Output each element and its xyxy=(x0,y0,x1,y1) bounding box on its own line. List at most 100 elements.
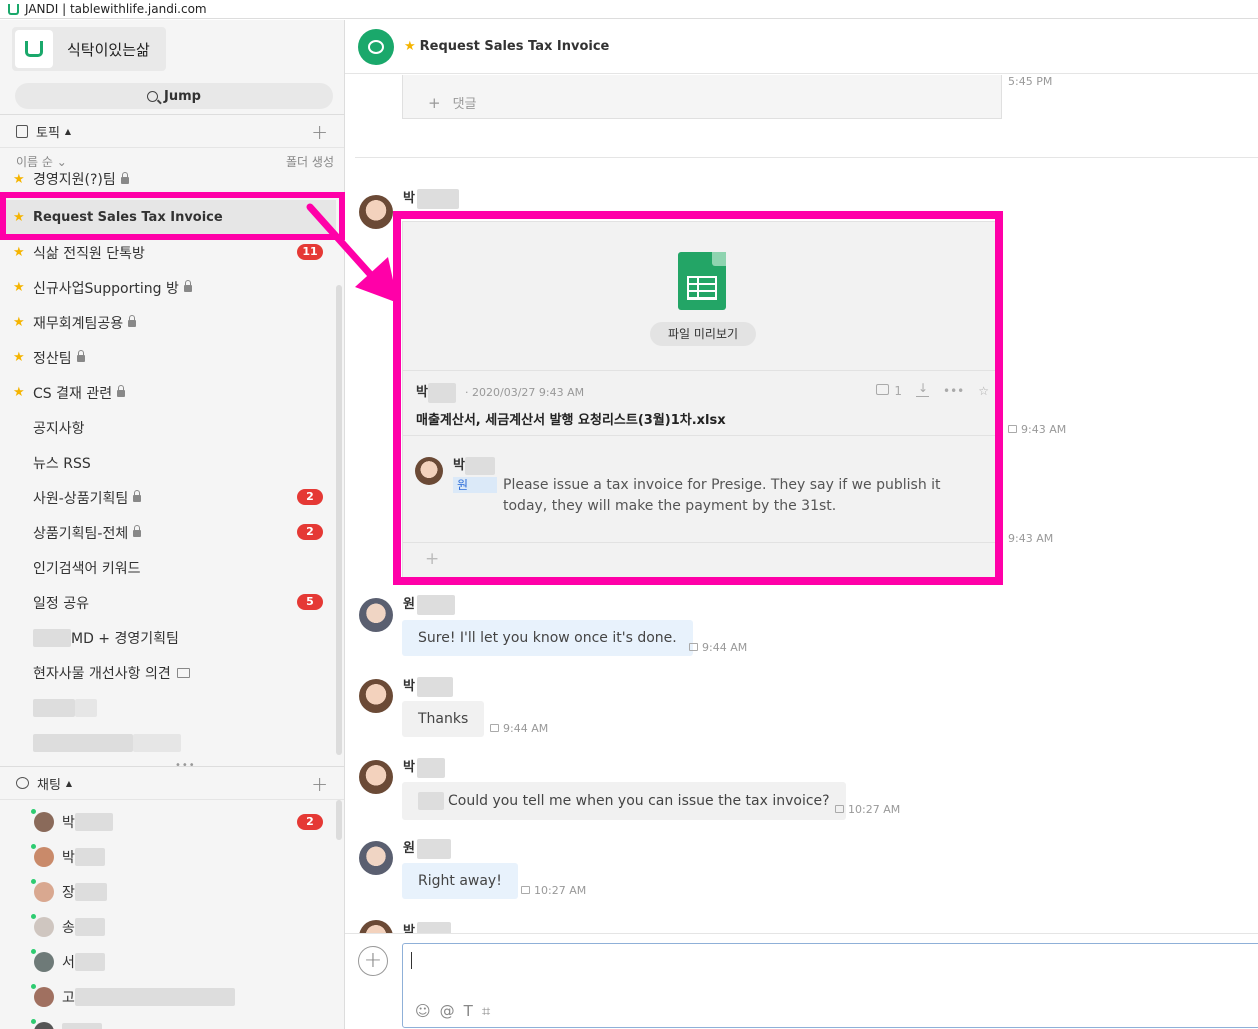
message-sender[interactable]: 박 xyxy=(403,187,459,209)
avatar xyxy=(31,1018,54,1029)
download-icon[interactable] xyxy=(916,381,929,397)
comment-time: 9:43 AM xyxy=(1008,532,1054,545)
spreadsheet-file-icon[interactable] xyxy=(678,252,726,310)
add-chat-button[interactable]: + xyxy=(311,772,328,796)
star-icon: ★ xyxy=(13,210,25,225)
star-icon: ★ xyxy=(13,245,25,260)
avatar xyxy=(31,948,54,972)
file-card: 파일 미리보기 박 · 2020/03/27 9:43 AM 매출계산서, 세금… xyxy=(402,221,996,578)
topic-item[interactable]: 인기검색어 키워드 xyxy=(0,550,336,585)
avatar[interactable] xyxy=(359,760,393,794)
thumb-icon xyxy=(689,643,698,651)
thumb-icon xyxy=(521,886,530,894)
jump-button[interactable]: Jump xyxy=(15,83,333,109)
chat-item[interactable]: 서 xyxy=(0,944,336,979)
topic-item[interactable] xyxy=(0,690,336,725)
chat-item[interactable] xyxy=(0,1014,336,1029)
search-icon xyxy=(147,90,159,102)
topics-section-header[interactable]: 토픽 ▲ + xyxy=(0,114,344,148)
topic-chat-icon[interactable] xyxy=(358,28,394,65)
attach-button[interactable]: + xyxy=(358,946,388,976)
avatar xyxy=(31,878,54,902)
message-composer: + ☺ @ T ⌗ xyxy=(345,933,1258,1029)
add-topic-button[interactable]: + xyxy=(311,120,328,144)
topics-icon xyxy=(16,124,28,138)
message-sender[interactable]: 원 xyxy=(403,593,455,615)
star-icon[interactable]: ★ xyxy=(404,39,416,54)
redacted-text xyxy=(33,628,71,647)
avatar[interactable] xyxy=(359,598,393,632)
message-input[interactable]: ☺ @ T ⌗ xyxy=(402,943,1258,1028)
avatar[interactable] xyxy=(359,195,393,229)
team-switcher[interactable]: 식탁이있는삶 xyxy=(12,27,166,71)
mention-tag[interactable]: 원 xyxy=(453,477,497,493)
unread-badge: 2 xyxy=(297,814,323,830)
comment-input[interactable]: + 댓글 xyxy=(428,93,477,112)
add-comment-button[interactable]: + xyxy=(425,549,439,569)
avatar[interactable] xyxy=(359,841,393,875)
avatar xyxy=(31,843,54,867)
topic-item-active[interactable]: ★ Request Sales Tax Invoice xyxy=(0,200,336,235)
chat-item[interactable]: 장 xyxy=(0,874,336,909)
topic-item[interactable]: ★ 경영지원(?)팀 xyxy=(0,168,336,190)
message-time: 9:44 AM xyxy=(490,722,548,735)
caret-up-icon: ▲ xyxy=(64,126,72,136)
thumb-icon xyxy=(490,724,499,732)
message-sender[interactable]: 박 xyxy=(403,920,451,933)
topic-item[interactable]: 일정 공유 5 xyxy=(0,585,336,620)
comment-text: Please issue a tax invoice for Presige. … xyxy=(503,477,941,514)
star-outline-icon[interactable]: ☆ xyxy=(978,384,989,398)
topic-item[interactable]: MD + 경영기획팀 xyxy=(0,620,336,655)
chat-item[interactable]: 박 xyxy=(0,839,336,874)
message-sender[interactable]: 원 xyxy=(403,837,451,859)
star-icon: ★ xyxy=(13,385,25,400)
star-icon: ★ xyxy=(13,171,25,187)
comment-count-button[interactable]: 1 xyxy=(876,384,902,398)
team-name: 식탁이있는삶 xyxy=(67,40,150,59)
text-format-icon[interactable]: T xyxy=(464,1002,473,1020)
message-time: 9:43 AM xyxy=(1008,423,1066,436)
chat-scrollbar[interactable] xyxy=(336,800,342,840)
file-preview-button[interactable]: 파일 미리보기 xyxy=(650,322,756,346)
feed-icon xyxy=(176,667,190,678)
file-name[interactable]: 매출계산서, 세금계산서 발행 요청리스트(3월)1차.xlsx xyxy=(416,409,726,428)
message-time: 10:27 AM xyxy=(521,884,586,897)
chat-item[interactable]: 고 xyxy=(0,979,336,1014)
topic-item[interactable]: ★ CS 결재 관련 xyxy=(0,375,336,410)
more-icon[interactable]: ••• xyxy=(943,384,964,398)
date-divider xyxy=(355,157,1258,158)
message-sender[interactable]: 박 xyxy=(403,756,445,778)
topic-item[interactable]: ★ 신규사업Supporting 방 xyxy=(0,270,336,305)
message-sender[interactable]: 박 xyxy=(403,675,453,697)
file-actions: 1 ••• ☆ xyxy=(876,381,989,398)
topic-item[interactable] xyxy=(0,725,336,760)
team-logo-icon xyxy=(15,30,53,68)
avatar[interactable] xyxy=(415,457,443,485)
comment-sender[interactable]: 박 xyxy=(453,454,495,475)
window-title: JANDI | tablewithlife.jandi.com xyxy=(25,2,207,16)
chats-header-label: 채팅 xyxy=(37,777,61,793)
previous-file-card: + 댓글 xyxy=(402,75,1002,119)
mention-icon[interactable]: @ xyxy=(440,1002,455,1020)
thumb-icon xyxy=(835,805,844,813)
chat-item[interactable]: 송 xyxy=(0,909,336,944)
emoji-icon[interactable]: ☺ xyxy=(415,1002,431,1020)
file-comment: 박 원 Please issue a tax invoice for Presi… xyxy=(403,444,995,544)
avatar[interactable] xyxy=(359,679,393,713)
topic-item[interactable]: ★ 재무회계팀공용 xyxy=(0,305,336,340)
topic-item[interactable]: ★ 식삶 전직원 단톡방 11 xyxy=(0,235,336,270)
avatar[interactable] xyxy=(359,920,393,933)
unread-badge: 2 xyxy=(297,524,323,540)
message-bubble: Thanks xyxy=(402,701,485,737)
crop-icon[interactable]: ⌗ xyxy=(482,1002,490,1020)
topic-item[interactable]: 상품기획팀-전체 2 xyxy=(0,515,336,550)
topic-item[interactable]: 공지사항 xyxy=(0,410,336,445)
topic-item[interactable]: 사원-상품기획팀 2 xyxy=(0,480,336,515)
file-uploader[interactable]: 박 xyxy=(416,381,456,403)
topic-item[interactable]: ★ 정산팀 xyxy=(0,340,336,375)
topic-item[interactable]: 현자사물 개선사항 의견 xyxy=(0,655,336,690)
topic-item[interactable]: 뉴스 RSS xyxy=(0,445,336,480)
topic-scrollbar[interactable] xyxy=(336,285,342,755)
chats-section-header[interactable]: 채팅 ▲ + xyxy=(0,766,344,800)
chat-item[interactable]: 박 2 xyxy=(0,804,336,839)
